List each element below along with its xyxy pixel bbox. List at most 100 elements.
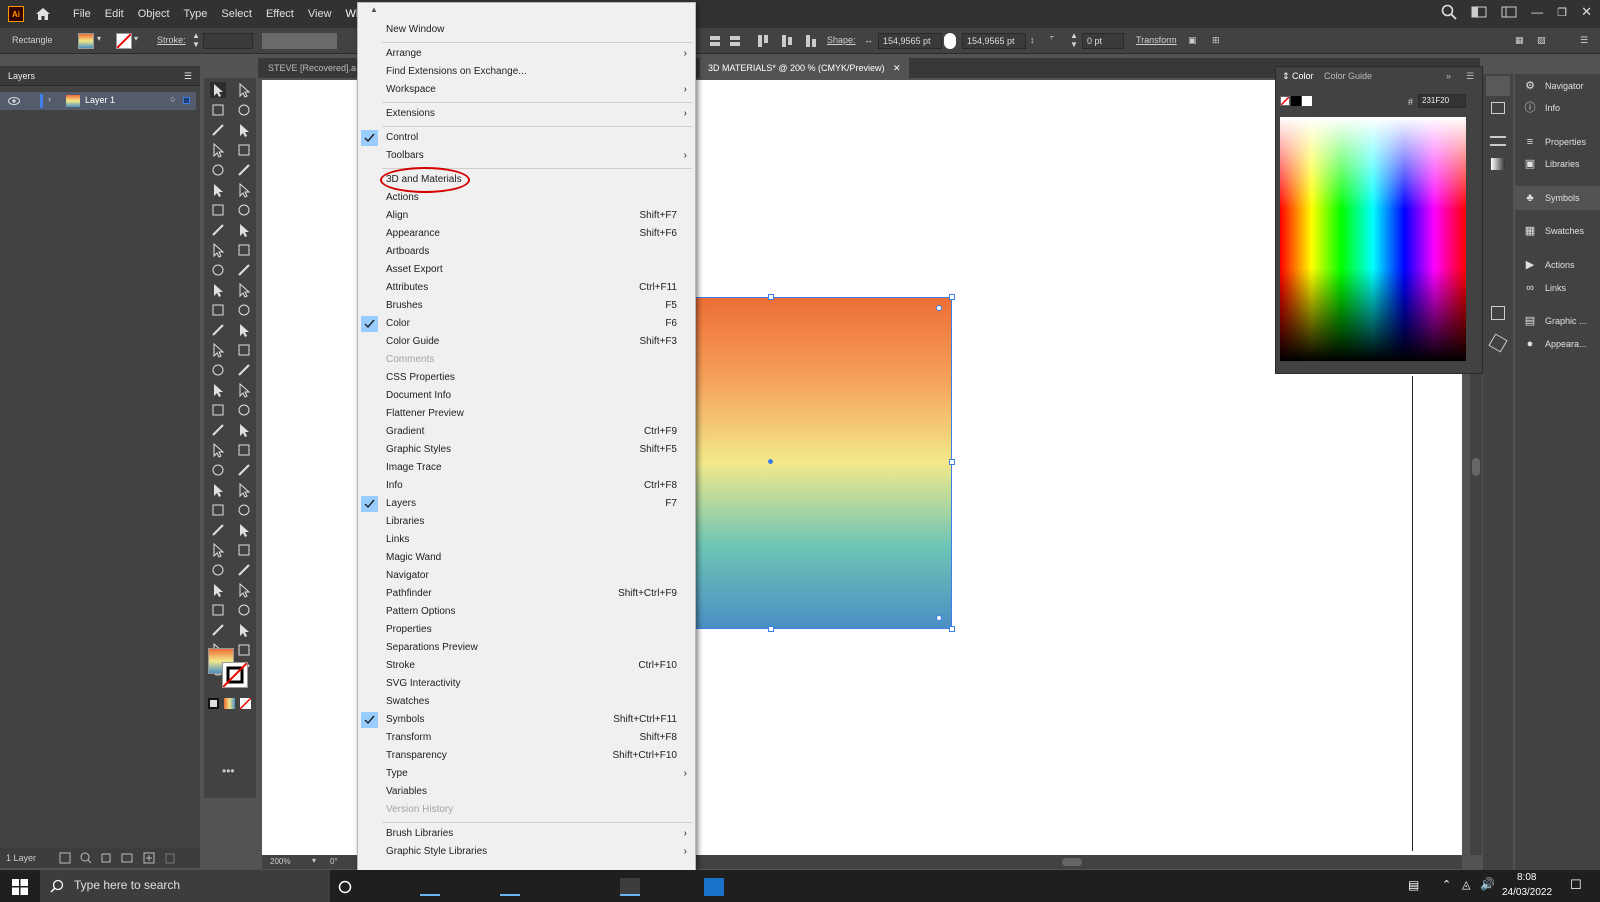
window-menu-image-trace[interactable]: Image Trace [358, 459, 695, 477]
tab-3d-materials[interactable]: 3D MATERIALS* @ 200 % (CMYK/Preview) ✕ [700, 58, 909, 78]
layer-action-icons[interactable] [58, 851, 178, 865]
window-menu-navigator[interactable]: Navigator [358, 567, 695, 585]
window-menu-properties[interactable]: Properties [358, 621, 695, 639]
layer-name[interactable]: Layer 1 [85, 95, 115, 105]
pencil-tool-icon[interactable] [210, 222, 226, 238]
menu-object[interactable]: Object [131, 3, 177, 25]
rotate-tool-icon[interactable] [236, 242, 252, 258]
pie-graph-tool-icon[interactable] [236, 482, 252, 498]
corner-radius-field[interactable]: 0 pt [1082, 33, 1124, 49]
scale-tool-icon[interactable] [236, 562, 252, 578]
action-center-icon[interactable]: ☐ [1570, 877, 1582, 893]
window-menu-pathfinder[interactable]: Pathfinder Shift+Ctrl+F9 [358, 585, 695, 603]
hex-input[interactable]: 231F20 [1418, 94, 1466, 108]
curvature-tool-icon[interactable] [236, 102, 252, 118]
window-menu-actions[interactable]: Actions [358, 189, 695, 207]
notification-area-icon[interactable]: ▤ [1408, 878, 1419, 892]
selection-handle[interactable] [768, 626, 774, 632]
scroll-thumb[interactable] [1472, 458, 1480, 476]
visibility-eye-icon[interactable] [8, 96, 20, 106]
window-menu-libraries[interactable]: Libraries [358, 513, 695, 531]
window-menu-arrange[interactable]: Arrange › [358, 45, 695, 63]
reshape-tool-icon[interactable] [210, 562, 226, 578]
window-menu-workspace[interactable]: Workspace › [358, 81, 695, 99]
window-menu-toolbars[interactable]: Toolbars › [358, 147, 695, 165]
window-menu-transform[interactable]: Transform Shift+F8 [358, 729, 695, 747]
free-transform-tool-icon[interactable] [236, 342, 252, 358]
stroke-label[interactable]: Stroke: [157, 35, 186, 45]
chevron-down-icon[interactable]: ▾ [97, 34, 101, 43]
menu-type[interactable]: Type [177, 3, 215, 25]
fill-swatch[interactable] [78, 33, 94, 49]
window-menu-pattern-options[interactable]: Pattern Options [358, 603, 695, 621]
search-icon[interactable] [1441, 4, 1457, 20]
pen-tool-icon[interactable] [210, 102, 226, 118]
bloat-tool-icon[interactable] [210, 402, 226, 418]
window-menu-magic-wand[interactable]: Magic Wand [358, 549, 695, 567]
dock-item-graphic-styles[interactable]: ▤ Graphic ... [1515, 309, 1600, 333]
window-menu-asset-export[interactable]: Asset Export [358, 261, 695, 279]
symbol-sprayer-tool-icon[interactable] [210, 362, 226, 378]
window-menu-new-window[interactable]: New Window [358, 21, 695, 39]
ruler-tool-icon[interactable] [210, 582, 226, 598]
window-menu-swatches[interactable]: Swatches [358, 693, 695, 711]
gradient-rectangle[interactable] [689, 294, 955, 632]
zoom-level[interactable]: 200% [270, 857, 290, 866]
window-menu-graphic-style-libraries[interactable]: Graphic Style Libraries › [358, 843, 695, 861]
align-panel-icon[interactable]: ▧ [1537, 35, 1546, 46]
selection-tool-icon[interactable] [210, 82, 226, 98]
crystallize-tool-icon[interactable] [210, 422, 226, 438]
windows-start-icon[interactable] [12, 879, 28, 895]
stacked-graph-tool-icon[interactable] [236, 442, 252, 458]
direct-selection-tool-icon[interactable] [236, 82, 252, 98]
height-field[interactable]: 154,9565 pt [962, 33, 1026, 49]
taskbar-app-icon[interactable] [460, 878, 480, 896]
type-tool-icon[interactable] [210, 142, 226, 158]
clock-time[interactable]: 8:08 [1517, 872, 1536, 883]
warp-tool-icon[interactable] [236, 362, 252, 378]
taskbar-app-icon[interactable] [660, 878, 680, 896]
chevron-down-icon[interactable]: ▾ [134, 34, 138, 43]
dock-item-properties[interactable]: ≡ Properties [1515, 130, 1600, 154]
knife-tool-icon[interactable] [236, 302, 252, 318]
window-menu-flattener-preview[interactable]: Flattener Preview [358, 405, 695, 423]
brush-tool-icon[interactable] [210, 622, 226, 638]
corner-type-icon[interactable]: ⌜ [1050, 35, 1054, 46]
stroke-swatch[interactable] [116, 33, 132, 49]
pucker-tool-icon[interactable] [236, 382, 252, 398]
panel-menu-icon[interactable]: ☰ [184, 66, 192, 86]
target-icon[interactable]: ○ [170, 94, 175, 104]
hand-tool-icon[interactable] [236, 322, 252, 338]
menu-select[interactable]: Select [214, 3, 259, 25]
shape-options-icon[interactable]: ▣ [1188, 35, 1197, 46]
transparency-icon[interactable] [1491, 306, 1505, 320]
white-swatch[interactable] [1302, 96, 1312, 106]
blob-brush-tool-icon[interactable] [236, 622, 252, 638]
eraser-tool-icon[interactable] [210, 162, 226, 178]
line-graph-tool-icon[interactable] [236, 462, 252, 478]
stroke-icon[interactable] [1490, 136, 1506, 146]
mesh-tool-icon[interactable] [210, 482, 226, 498]
panel-menu-icon[interactable]: ☰ [1466, 71, 1474, 82]
layer-row[interactable]: › Layer 1 ○ [0, 92, 196, 110]
chart-tool-icon[interactable] [236, 522, 252, 538]
layers-panel-title[interactable]: Layers [8, 71, 35, 81]
tab-color-guide[interactable]: Color Guide [1324, 71, 1372, 81]
window-menu-control[interactable]: Control [358, 129, 695, 147]
artboard-tool-icon[interactable] [210, 302, 226, 318]
stroke-color-swatch[interactable] [222, 662, 248, 688]
column-graph-tool-icon[interactable] [236, 262, 252, 278]
menu-file[interactable]: File [66, 3, 98, 25]
paintbrush-tool-icon[interactable] [236, 122, 252, 138]
dock-item-navigator[interactable]: ⚙ Navigator [1515, 74, 1600, 98]
taskbar-search-box[interactable]: Type here to search [40, 870, 330, 902]
home-icon[interactable] [34, 5, 52, 23]
menu-effect[interactable]: Effect [259, 3, 301, 25]
magic-wand-tool-icon[interactable] [210, 542, 226, 558]
dock-item-actions[interactable]: ▶ Actions [1515, 253, 1600, 277]
cortana-icon[interactable] [338, 880, 352, 894]
taskbar-app-icon[interactable] [580, 878, 600, 896]
color-mode-buttons[interactable] [208, 698, 254, 710]
crop-tool-icon[interactable] [236, 222, 252, 238]
path-eraser-tool-icon[interactable] [236, 602, 252, 618]
